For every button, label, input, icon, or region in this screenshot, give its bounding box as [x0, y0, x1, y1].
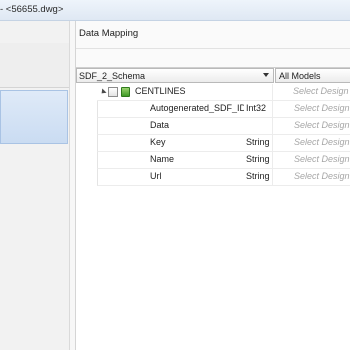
field-select-design[interactable]: Select Design	[294, 103, 350, 113]
class-name: CENTLINES	[135, 86, 186, 96]
class-checkbox[interactable]	[108, 87, 118, 97]
field-type: String	[246, 137, 270, 147]
mapping-grid: SDF_2_Schema All Models CENTLINES Select…	[76, 67, 350, 351]
left-pane-header	[0, 43, 69, 88]
class-select-design[interactable]: Select Design	[293, 86, 350, 96]
feature-class-icon	[121, 87, 130, 97]
window-title: - <56655.dwg>	[0, 4, 64, 15]
field-select-design[interactable]: Select Design	[294, 137, 350, 147]
field-row[interactable]: Key String Select Design	[97, 135, 350, 152]
field-row[interactable]: Name String Select Design	[97, 152, 350, 169]
class-row[interactable]: CENTLINES Select Design	[97, 84, 350, 101]
window-titlebar: - <56655.dwg>	[0, 0, 350, 21]
data-mapping-panel: Data Mapping SDF_2_Schema All Models CEN…	[76, 21, 350, 351]
field-select-design[interactable]: Select Design	[294, 120, 350, 130]
expand-triangle-icon[interactable]	[99, 88, 107, 96]
field-name: Url	[150, 171, 162, 181]
schema-dropdown[interactable]: SDF_2_Schema	[76, 68, 274, 83]
field-name: Data	[150, 120, 170, 130]
schema-dropdown-value: SDF_2_Schema	[79, 71, 146, 81]
field-row[interactable]: Autogenerated_SDF_ID Int32 Select Design	[97, 101, 350, 118]
field-select-design[interactable]: Select Design	[294, 171, 350, 181]
chevron-down-icon[interactable]	[263, 73, 269, 77]
field-row[interactable]: Url String Select Design	[97, 169, 350, 186]
panel-title: Data Mapping	[79, 28, 139, 39]
field-row[interactable]: Data Select Design	[97, 118, 350, 135]
field-type: Int32	[246, 103, 267, 113]
left-pane-selected-item[interactable]	[0, 90, 68, 144]
field-type: String	[246, 171, 270, 181]
field-select-design[interactable]: Select Design	[294, 154, 350, 164]
models-dropdown-value: All Models	[279, 71, 321, 81]
field-name: Key	[150, 137, 166, 147]
field-name: Autogenerated_SDF_ID	[150, 103, 244, 113]
models-dropdown[interactable]: All Models	[275, 68, 350, 83]
left-pane	[0, 21, 70, 350]
panel-divider	[76, 48, 350, 49]
field-type: String	[246, 154, 270, 164]
field-name: Name	[150, 154, 175, 164]
